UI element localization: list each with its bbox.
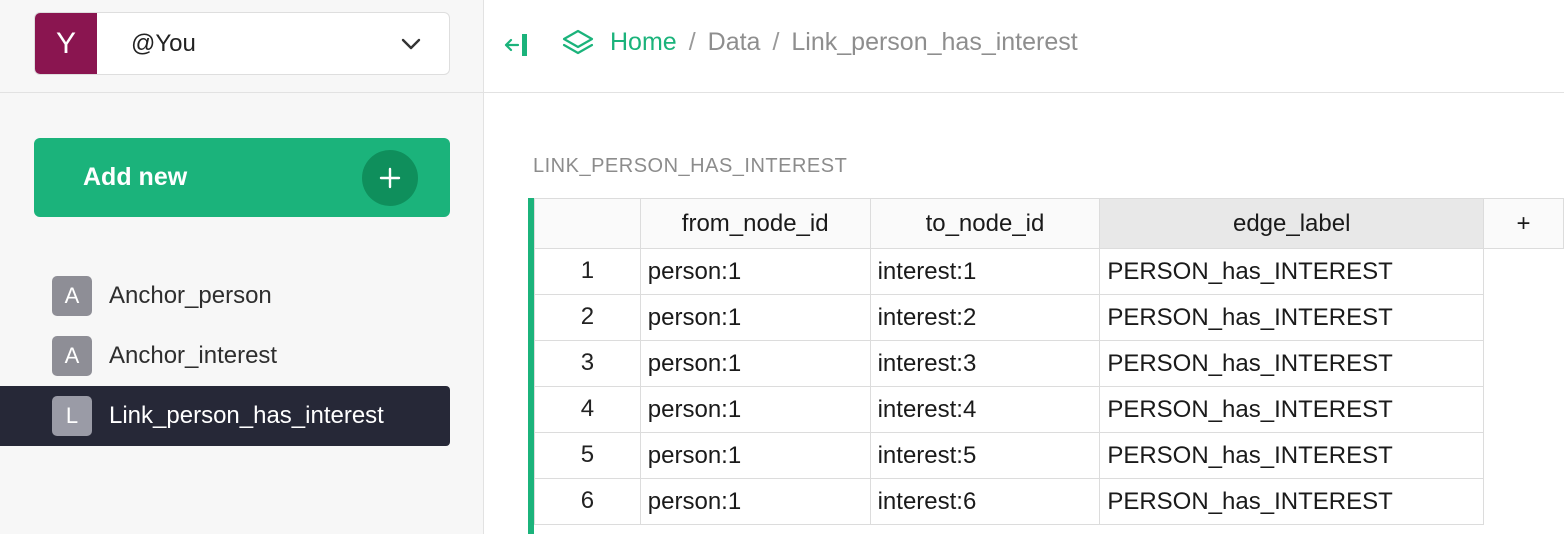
item-type-badge: A bbox=[52, 276, 92, 316]
table-row: 5 person:1 interest:5 PERSON_has_INTEREST bbox=[534, 432, 1564, 479]
user-select[interactable]: Y @You bbox=[34, 12, 450, 75]
sidebar-item-anchor-interest[interactable]: A Anchor_interest bbox=[0, 326, 450, 386]
item-type-badge: L bbox=[52, 396, 92, 436]
cell-edge-label[interactable]: PERSON_has_INTEREST bbox=[1099, 478, 1485, 525]
sidebar-item-link-person-has-interest[interactable]: L Link_person_has_interest bbox=[0, 386, 450, 446]
chevron-down-icon[interactable] bbox=[391, 24, 431, 64]
data-table-container: from_node_id to_node_id edge_label + 1 pe… bbox=[528, 198, 1564, 534]
cell-to-node-id[interactable]: interest:4 bbox=[869, 386, 1101, 433]
table-row: 1 person:1 interest:1 PERSON_has_INTEREST bbox=[534, 248, 1564, 295]
cell-edge-label[interactable]: PERSON_has_INTEREST bbox=[1099, 294, 1485, 341]
cell-to-node-id[interactable]: interest:1 bbox=[869, 248, 1101, 295]
row-number: 4 bbox=[534, 386, 641, 433]
sidebar-item-label: Anchor_interest bbox=[109, 342, 278, 369]
breadcrumb-separator: / bbox=[772, 28, 780, 56]
add-new-button[interactable]: Add new bbox=[34, 138, 450, 217]
table-row: 3 person:1 interest:3 PERSON_has_INTEREST bbox=[534, 340, 1564, 387]
cell-to-node-id[interactable]: interest:3 bbox=[869, 340, 1101, 387]
column-header-to-node-id[interactable]: to_node_id bbox=[869, 198, 1101, 249]
cell-edge-label[interactable]: PERSON_has_INTEREST bbox=[1099, 340, 1485, 387]
cell-from-node-id[interactable]: person:1 bbox=[639, 248, 871, 295]
breadcrumb-separator: / bbox=[688, 28, 696, 56]
cell-edge-label[interactable]: PERSON_has_INTEREST bbox=[1099, 386, 1485, 433]
row-number: 1 bbox=[534, 248, 641, 295]
add-new-label: Add new bbox=[83, 163, 188, 191]
breadcrumb-home[interactable]: Home bbox=[610, 28, 677, 57]
breadcrumb-data[interactable]: Data bbox=[708, 28, 761, 57]
row-number: 2 bbox=[534, 294, 641, 341]
cell-from-node-id[interactable]: person:1 bbox=[639, 340, 871, 387]
breadcrumb: Home / Data / Link_person_has_interest bbox=[610, 28, 1078, 57]
data-table: from_node_id to_node_id edge_label + 1 pe… bbox=[534, 198, 1564, 525]
section-title: LINK_PERSON_HAS_INTEREST bbox=[533, 155, 848, 177]
sidebar-nav: A Anchor_person A Anchor_interest L Link_pers… bbox=[0, 266, 450, 446]
cell-to-node-id[interactable]: interest:2 bbox=[869, 294, 1101, 341]
cell-edge-label[interactable]: PERSON_has_INTEREST bbox=[1099, 248, 1485, 295]
cell-to-node-id[interactable]: interest:6 bbox=[869, 478, 1101, 525]
layers-icon bbox=[560, 26, 596, 62]
cell-to-node-id[interactable]: interest:5 bbox=[869, 432, 1101, 479]
sidebar-item-label: Anchor_person bbox=[109, 282, 272, 309]
topbar: Home / Data / Link_person_has_interest bbox=[484, 0, 1564, 93]
row-number: 5 bbox=[534, 432, 641, 479]
table-body: 1 person:1 interest:1 PERSON_has_INTEREST 2 p… bbox=[534, 248, 1564, 525]
sidebar-item-anchor-person[interactable]: A Anchor_person bbox=[0, 266, 450, 326]
table-header-row: from_node_id to_node_id edge_label + bbox=[534, 198, 1564, 249]
cell-from-node-id[interactable]: person:1 bbox=[639, 294, 871, 341]
collapse-sidebar-icon[interactable] bbox=[502, 30, 532, 60]
breadcrumb-current: Link_person_has_interest bbox=[791, 28, 1078, 56]
row-number-header bbox=[534, 198, 641, 249]
cell-from-node-id[interactable]: person:1 bbox=[639, 386, 871, 433]
row-number: 6 bbox=[534, 478, 641, 525]
add-column-button[interactable]: + bbox=[1483, 198, 1564, 249]
column-header-from-node-id[interactable]: from_node_id bbox=[639, 198, 871, 249]
table-row: 2 person:1 interest:2 PERSON_has_INTEREST bbox=[534, 294, 1564, 341]
cell-edge-label[interactable]: PERSON_has_INTEREST bbox=[1099, 432, 1485, 479]
table-row: 6 person:1 interest:6 PERSON_has_INTEREST bbox=[534, 478, 1564, 525]
row-number: 3 bbox=[534, 340, 641, 387]
plus-icon bbox=[362, 149, 418, 206]
column-header-edge-label[interactable]: edge_label bbox=[1099, 198, 1485, 249]
sidebar: Y @You Add new A Anchor_person A Anchor_int… bbox=[0, 0, 484, 534]
table-row: 4 person:1 interest:4 PERSON_has_INTEREST bbox=[534, 386, 1564, 433]
item-type-badge: A bbox=[52, 336, 92, 376]
cell-from-node-id[interactable]: person:1 bbox=[639, 478, 871, 525]
user-name: @You bbox=[131, 29, 196, 57]
cell-from-node-id[interactable]: person:1 bbox=[639, 432, 871, 479]
sidebar-item-label: Link_person_has_interest bbox=[109, 402, 384, 429]
avatar: Y bbox=[35, 13, 97, 74]
sidebar-header: Y @You bbox=[0, 0, 483, 93]
